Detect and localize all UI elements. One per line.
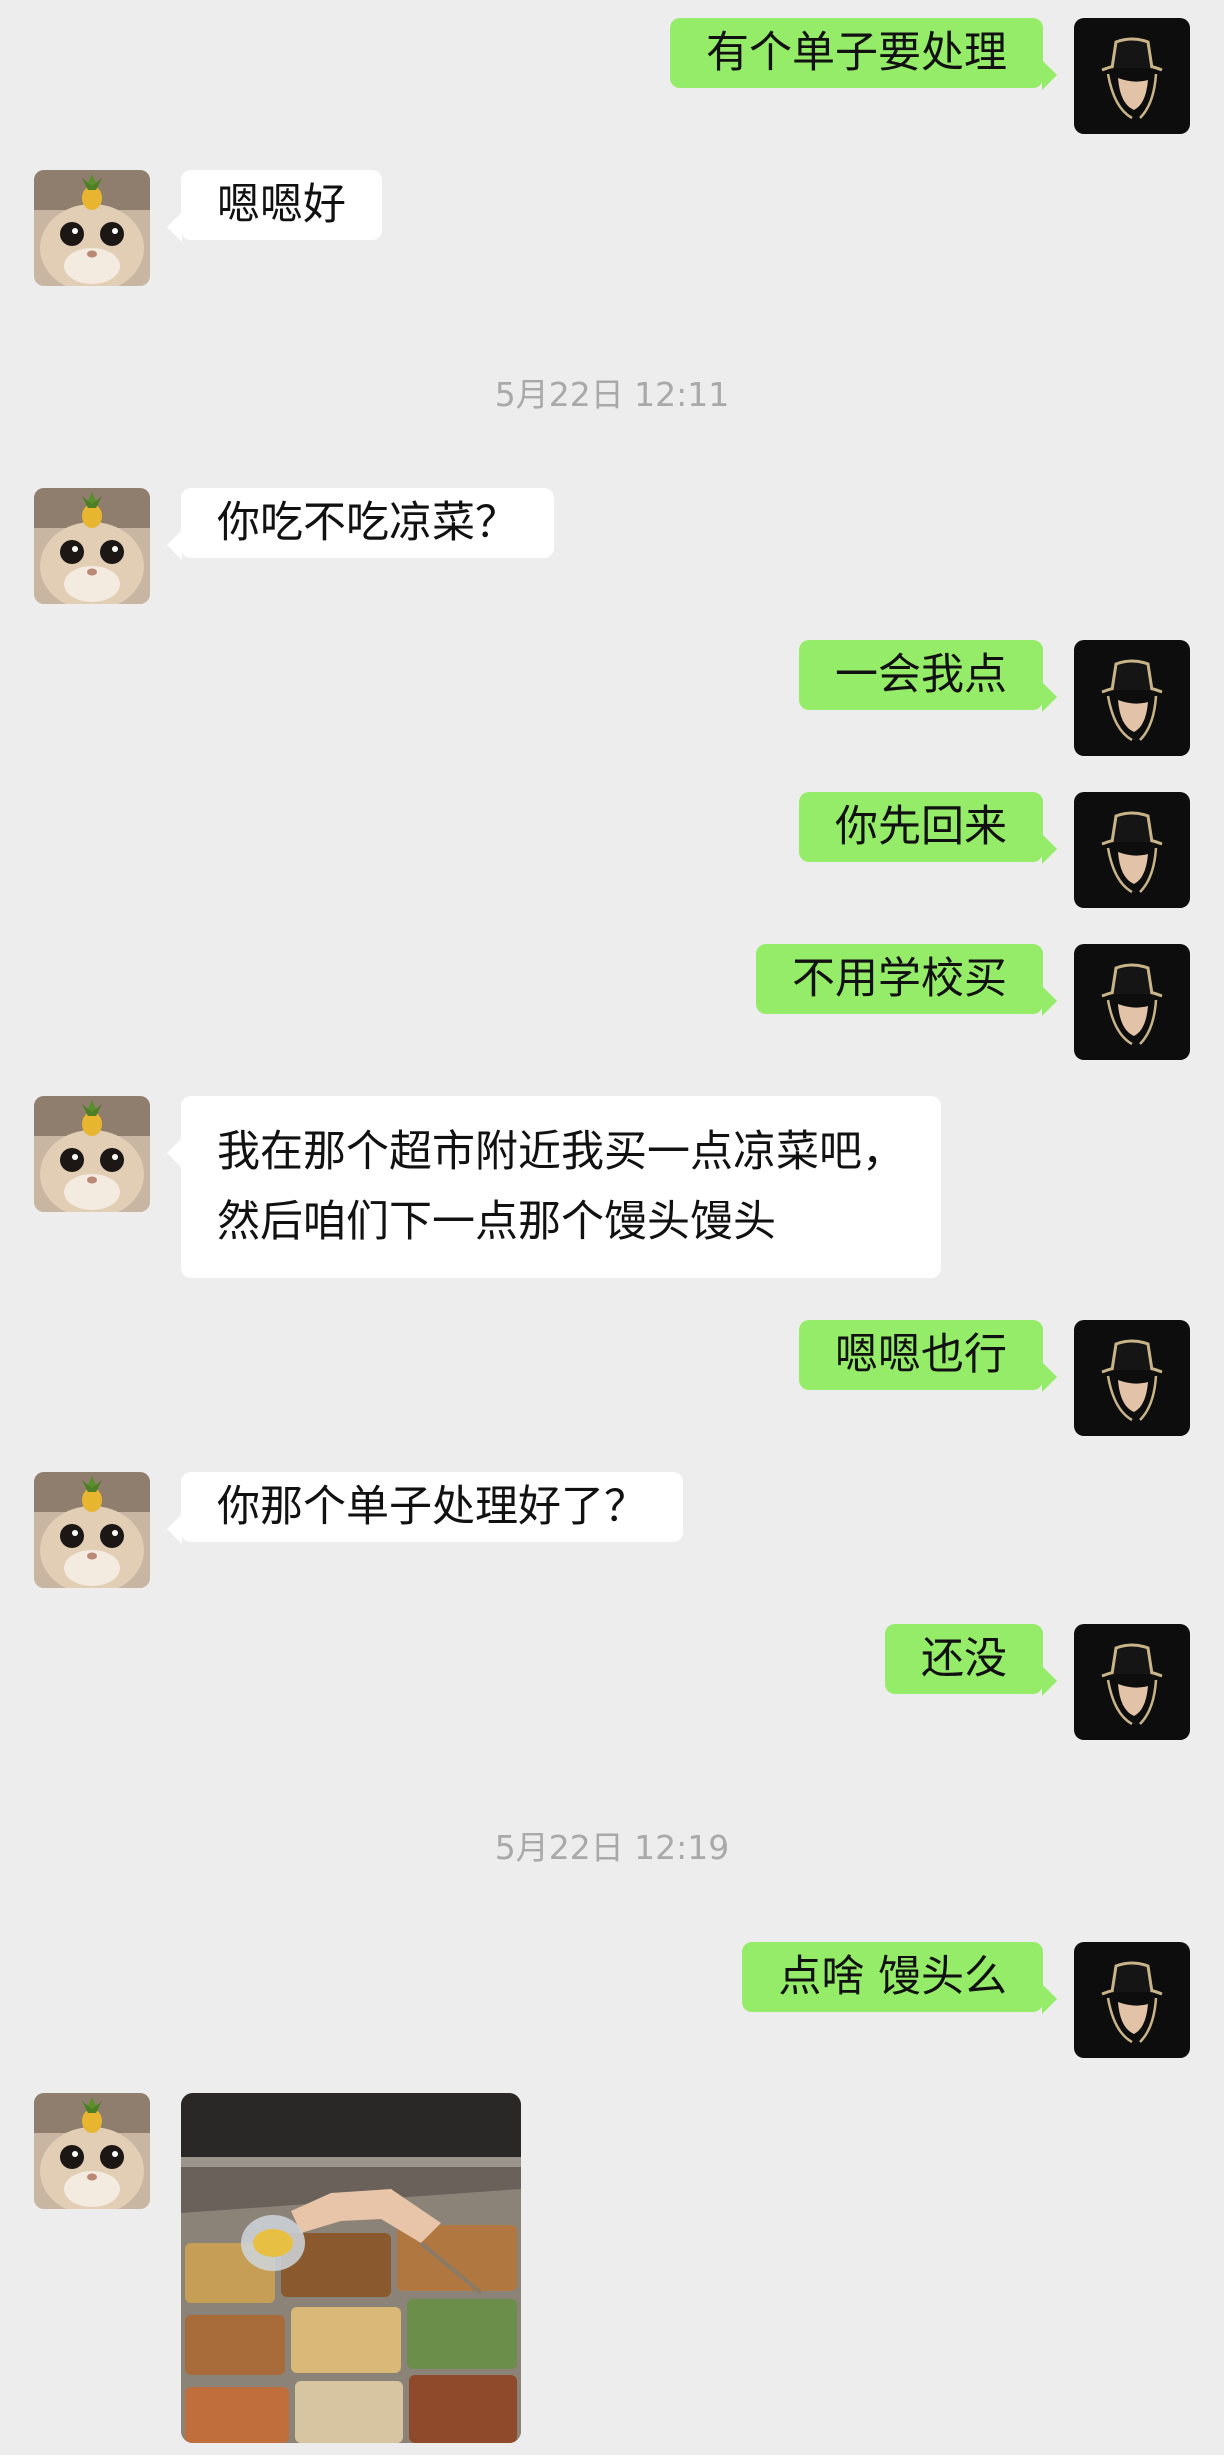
cat-with-pineapple-avatar-icon[interactable] xyxy=(34,2093,150,2209)
message-bubble[interactable]: 还没 xyxy=(885,1624,1057,1696)
hat-masked-figure-avatar-icon[interactable] xyxy=(1074,640,1190,756)
message-text: 不用学校买 xyxy=(792,954,1007,1004)
message-text-line: 我在那个超市附近我买一点凉菜吧， xyxy=(217,1127,905,1177)
timestamp-divider: 5月22日 12:19 xyxy=(494,1828,730,1867)
hat-masked-figure-avatar-icon[interactable] xyxy=(1074,1320,1190,1436)
cat-with-pineapple-avatar-icon[interactable] xyxy=(34,1096,150,1212)
cat-with-pineapple-avatar-icon[interactable] xyxy=(34,488,150,604)
hat-masked-figure-avatar-icon[interactable] xyxy=(1074,18,1190,134)
message-bubble[interactable]: 我在那个超市附近我买一点凉菜吧， 然后咱们下一点那个馒头馒头 xyxy=(167,1096,941,1278)
message-text-line: 然后咱们下一点那个馒头馒头 xyxy=(217,1197,776,1247)
cat-with-pineapple-avatar-icon[interactable] xyxy=(34,1472,150,1588)
hat-masked-figure-avatar-icon[interactable] xyxy=(1074,944,1190,1060)
message-bubble[interactable]: 你那个单子处理好了？ xyxy=(167,1472,683,1544)
message-bubble[interactable]: 嗯嗯也行 xyxy=(799,1320,1057,1392)
message-text: 你先回来 xyxy=(835,802,1007,852)
cat-with-pineapple-avatar-icon[interactable] xyxy=(34,170,150,286)
message-text: 你那个单子处理好了？ xyxy=(217,1482,647,1532)
deli-food-photo-icon[interactable] xyxy=(181,2093,521,2443)
message-bubble[interactable]: 点啥 馒头么 xyxy=(742,1942,1057,2014)
message-bubble[interactable]: 嗯嗯好 xyxy=(167,170,382,242)
message-text: 点啥 馒头么 xyxy=(778,1952,1007,2002)
message-text: 你吃不吃凉菜？ xyxy=(217,498,518,548)
message-text: 一会我点 xyxy=(835,650,1007,700)
hat-masked-figure-avatar-icon[interactable] xyxy=(1074,1942,1190,2058)
message-bubble[interactable]: 一会我点 xyxy=(799,640,1057,712)
message-bubble[interactable]: 你吃不吃凉菜？ xyxy=(167,488,554,560)
message-text: 嗯嗯好 xyxy=(217,180,346,230)
hat-masked-figure-avatar-icon[interactable] xyxy=(1074,1624,1190,1740)
message-bubble[interactable]: 有个单子要处理 xyxy=(670,18,1057,90)
message-bubble[interactable]: 不用学校买 xyxy=(756,944,1057,1016)
timestamp-divider: 5月22日 12:11 xyxy=(494,375,730,414)
message-text: 还没 xyxy=(921,1634,1007,1684)
message-bubble[interactable]: 你先回来 xyxy=(799,792,1057,864)
hat-masked-figure-avatar-icon[interactable] xyxy=(1074,792,1190,908)
message-text: 嗯嗯也行 xyxy=(835,1330,1007,1380)
message-text: 有个单子要处理 xyxy=(706,28,1007,78)
